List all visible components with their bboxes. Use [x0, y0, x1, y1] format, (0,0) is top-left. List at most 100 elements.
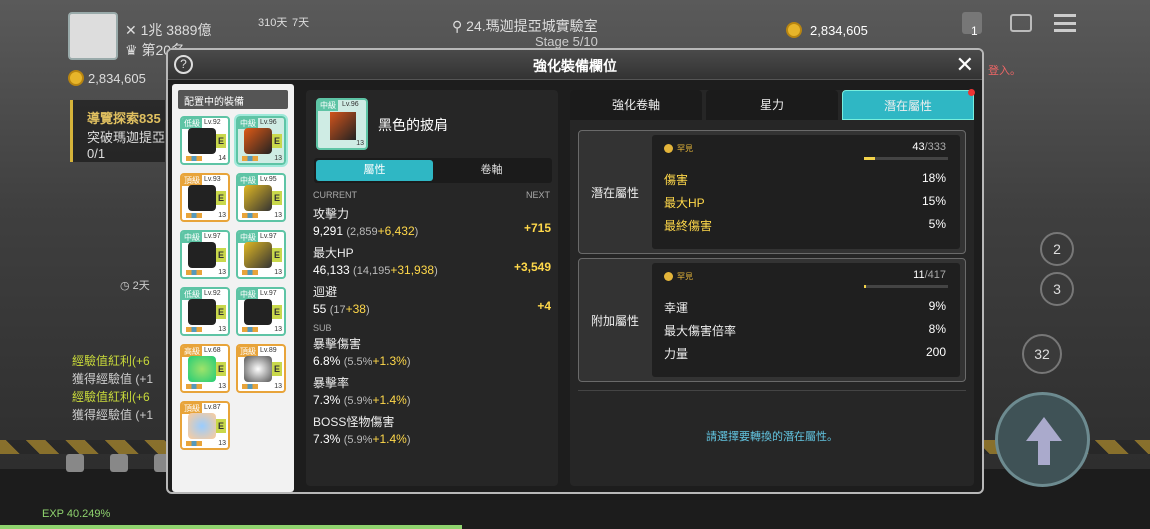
stage-label: Stage 5/10 [535, 34, 598, 49]
tab-scrolls[interactable]: 卷軸 [433, 160, 550, 181]
equipment-slot[interactable]: 中級 Lv.97 E 13 [236, 230, 286, 279]
potential-row: 力量 200 [664, 345, 946, 365]
slot-star-count: 13 [274, 326, 282, 333]
stat-base: (5.9% [343, 395, 373, 407]
slot-level: Lv.97 [260, 290, 277, 297]
additional-rarity: 罕見 [664, 271, 693, 282]
chat-log[interactable]: 經驗值紅利(+6 獲得經驗值 (+1 經驗值紅利(+6 獲得經驗值 (+1 [72, 352, 167, 424]
additional-progress-fill [864, 285, 867, 288]
equipment-slot[interactable]: 中級 Lv.97 E 13 [180, 230, 230, 279]
equipment-icon [188, 185, 216, 211]
equipment-slot[interactable]: 中級 Lv.95 E 13 [236, 173, 286, 222]
additional-label: 附加屬性 [590, 313, 639, 328]
quest-progress: 0/1 [87, 146, 106, 161]
coin-icon [68, 70, 84, 86]
equipped-badge: E [272, 305, 282, 319]
rarity-icon [664, 144, 673, 153]
event-days-1[interactable]: 310天 [258, 14, 287, 30]
item-detail-panel: 中級 Lv.96 13 黑色的披肩 屬性 卷軸 CURRENT NEXT 攻擊力… [306, 90, 558, 486]
rarity-label: 罕見 [677, 144, 693, 153]
potential-row: 傷害 18% [664, 171, 946, 191]
event-days-2[interactable]: 7天 [292, 14, 309, 30]
stat-close: ) [434, 265, 438, 277]
skill-slot-2[interactable]: 2 [1040, 232, 1074, 266]
quest-desc: 突破瑪迦提亞 [87, 130, 166, 145]
meso-left: 2,834,605 [68, 70, 146, 86]
stat-value: 9,291 [313, 224, 344, 238]
star-icon [186, 156, 202, 161]
equipped-list: 配置中的裝備 低級 Lv.92 E 14 中級 Lv.96 E 13 頂級 Lv.93 E 13 中級 L… [172, 84, 294, 492]
stat-row: BOSS怪物傷害 7.3% (5.9%+1.4%) [313, 413, 551, 446]
potential-stat-name: 幸運 [664, 301, 689, 315]
next-label: NEXT [525, 190, 550, 200]
potential-stat-name: 最終傷害 [664, 219, 713, 233]
shop-cart-icon[interactable] [1010, 14, 1032, 32]
item-name: 黑色的披肩 [378, 117, 448, 133]
stat-value-line: 7.3% (5.9%+1.4%) [313, 393, 551, 407]
stat-row: 攻擊力 9,291 (2,859+6,432) +715 [313, 205, 551, 238]
equipment-slot[interactable]: 低級 Lv.92 E 13 [180, 287, 230, 336]
potential-box[interactable]: 潛在屬性 罕見 43/333 傷害 18% 最大HP 15% 最終傷害 5% [578, 130, 966, 254]
potential-row: 最終傷害 5% [664, 217, 946, 237]
cat-icon[interactable] [66, 454, 84, 472]
slot-star-count: 13 [274, 383, 282, 390]
equipped-badge: E [216, 305, 226, 319]
notification-dot [968, 89, 975, 96]
equipment-icon [244, 242, 272, 268]
current-label: CURRENT [313, 190, 357, 200]
stat-bonus: +31,938 [390, 263, 435, 277]
slot-level: Lv.92 [204, 290, 221, 297]
stat-close: ) [414, 226, 419, 238]
equipment-slot[interactable]: 頂級 Lv.93 E 13 [180, 173, 230, 222]
equipped-badge: E [272, 362, 282, 376]
stat-bonus: +6,432 [377, 224, 415, 238]
jump-button[interactable] [995, 392, 1090, 487]
equipped-badge: E [216, 134, 226, 148]
count-max: /333 [924, 141, 946, 153]
potential-stat-name: 傷害 [664, 173, 689, 187]
tab-potential[interactable]: 潛在屬性 [842, 89, 975, 120]
rarity-label: 罕見 [677, 272, 693, 281]
stat-close: ) [406, 356, 411, 368]
stat-close: ) [365, 304, 370, 316]
equipment-slot[interactable]: 高級 Lv.68 E 13 [180, 344, 230, 393]
stat-value: 7.3% [313, 393, 341, 407]
star-icon [186, 441, 202, 446]
location-name[interactable]: ⚲ 24.瑪迦提亞城實驗室 [452, 16, 598, 36]
skill-slot-3[interactable]: 3 [1040, 272, 1074, 306]
equipment-slot[interactable]: 中級 Lv.97 E 13 [236, 287, 286, 336]
equipment-slot[interactable]: 中級 Lv.96 E 13 [234, 114, 288, 167]
tab-enhance-scroll[interactable]: 強化卷軸 [570, 90, 702, 120]
quest-tracker[interactable]: 導覽探索835 突破瑪迦提亞 0/1 [70, 100, 165, 162]
grid-icon[interactable] [110, 454, 128, 472]
stat-value-line: 9,291 (2,859+6,432) [313, 224, 551, 238]
dialog-title: 強化裝備欄位 [533, 58, 617, 74]
exp-label: EXP 40.249% [42, 508, 111, 520]
stat-value: 7.3% [313, 432, 341, 446]
equipment-icon [188, 128, 216, 154]
star-icon [186, 213, 202, 218]
equipment-slot[interactable]: 頂級 Lv.87 E 13 [180, 401, 230, 450]
stat-value: 55 [313, 302, 327, 316]
tab-attributes[interactable]: 屬性 [316, 160, 433, 181]
potential-stat-name: 力量 [664, 347, 689, 361]
coin-icon [786, 22, 802, 38]
slot-level: Lv.89 [260, 347, 277, 354]
menu-icon[interactable] [1054, 14, 1076, 32]
tab-starforce[interactable]: 星力 [706, 90, 838, 120]
potential-inner: 罕見 43/333 傷害 18% 最大HP 15% 最終傷害 5% [652, 135, 960, 249]
item-tabs: 屬性 卷軸 [314, 158, 552, 183]
slot-level: Lv.96 [260, 119, 277, 126]
stat-value-line: 55 (17+38) [313, 302, 551, 316]
skill-slot-32[interactable]: 32 [1022, 334, 1062, 374]
equipment-slot[interactable]: 頂級 Lv.89 E 13 [236, 344, 286, 393]
stat-name: 暴擊傷害 [313, 337, 362, 351]
additional-box[interactable]: 附加屬性 罕見 11/417 幸運 9% 最大傷害倍率 8% 力量 200 [578, 258, 966, 382]
location-label: 24.瑪迦提亞城實驗室 [466, 18, 598, 34]
stat-name: 暴擊率 [313, 376, 350, 390]
equipment-slot[interactable]: 低級 Lv.92 E 14 [180, 116, 230, 165]
slot-level: Lv.87 [204, 404, 221, 411]
avatar[interactable] [68, 12, 118, 60]
dialog-header: ? 強化裝備欄位 ✕ [168, 50, 982, 80]
close-icon[interactable]: ✕ [956, 52, 974, 78]
